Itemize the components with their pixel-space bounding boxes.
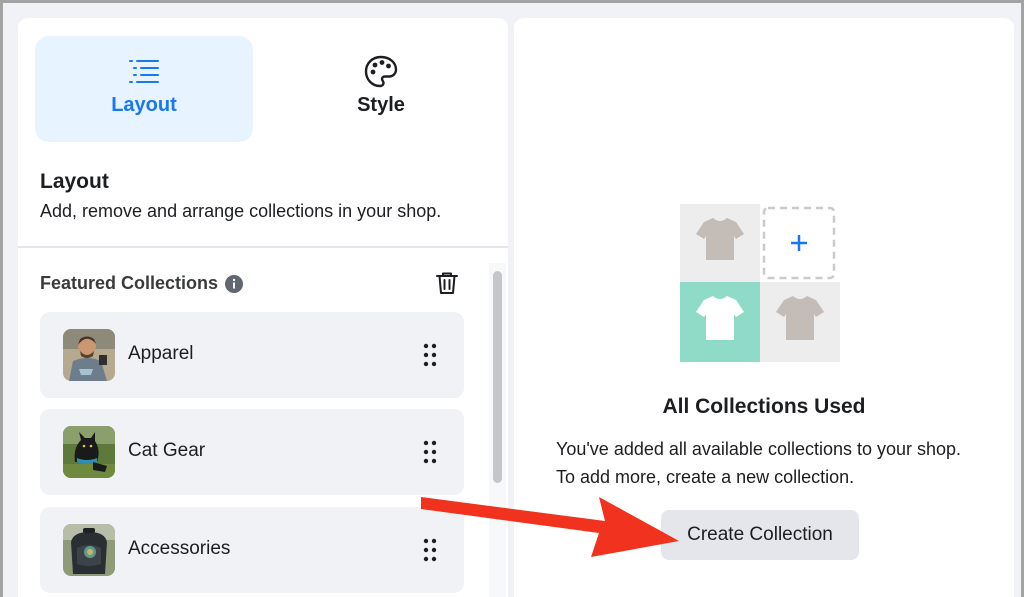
collection-item-cat-gear[interactable]: Cat Gear — [40, 409, 464, 495]
screen: Layout Style Layout Add, remove and arra… — [3, 3, 1021, 597]
tab-style-label: Style — [357, 94, 405, 116]
tab-layout[interactable]: Layout — [35, 36, 253, 142]
divider — [18, 246, 508, 248]
section-description: Add, remove and arrange collections in y… — [40, 201, 442, 221]
featured-collections-header: Featured Collections — [40, 273, 244, 294]
tab-style[interactable]: Style — [272, 36, 490, 142]
apparel-thumbnail — [63, 329, 115, 381]
annotation-arrow — [421, 497, 679, 557]
drag-handle-icon[interactable] — [422, 439, 438, 465]
featured-collections-title: Featured Collections — [40, 273, 219, 293]
list-icon — [129, 60, 159, 83]
drag-handle-icon[interactable] — [422, 342, 438, 368]
empty-state-title: All Collections Used — [662, 395, 866, 418]
section-title: Layout — [40, 170, 109, 193]
palette-icon — [364, 55, 398, 88]
collection-item-apparel[interactable]: Apparel — [40, 312, 464, 398]
collections-illustration — [680, 204, 840, 362]
accessories-thumbnail — [63, 524, 115, 576]
collection-name: Cat Gear — [128, 440, 206, 461]
collection-item-accessories[interactable]: Accessories — [40, 507, 464, 593]
collection-name: Apparel — [128, 343, 194, 364]
collection-name: Accessories — [128, 538, 231, 559]
create-collection-button[interactable]: Create Collection — [661, 510, 859, 560]
trash-icon[interactable] — [434, 270, 460, 296]
scrollbar-thumb[interactable] — [493, 271, 502, 483]
info-icon[interactable] — [225, 274, 244, 293]
tab-layout-label: Layout — [111, 94, 177, 116]
cat-gear-thumbnail — [63, 426, 115, 478]
